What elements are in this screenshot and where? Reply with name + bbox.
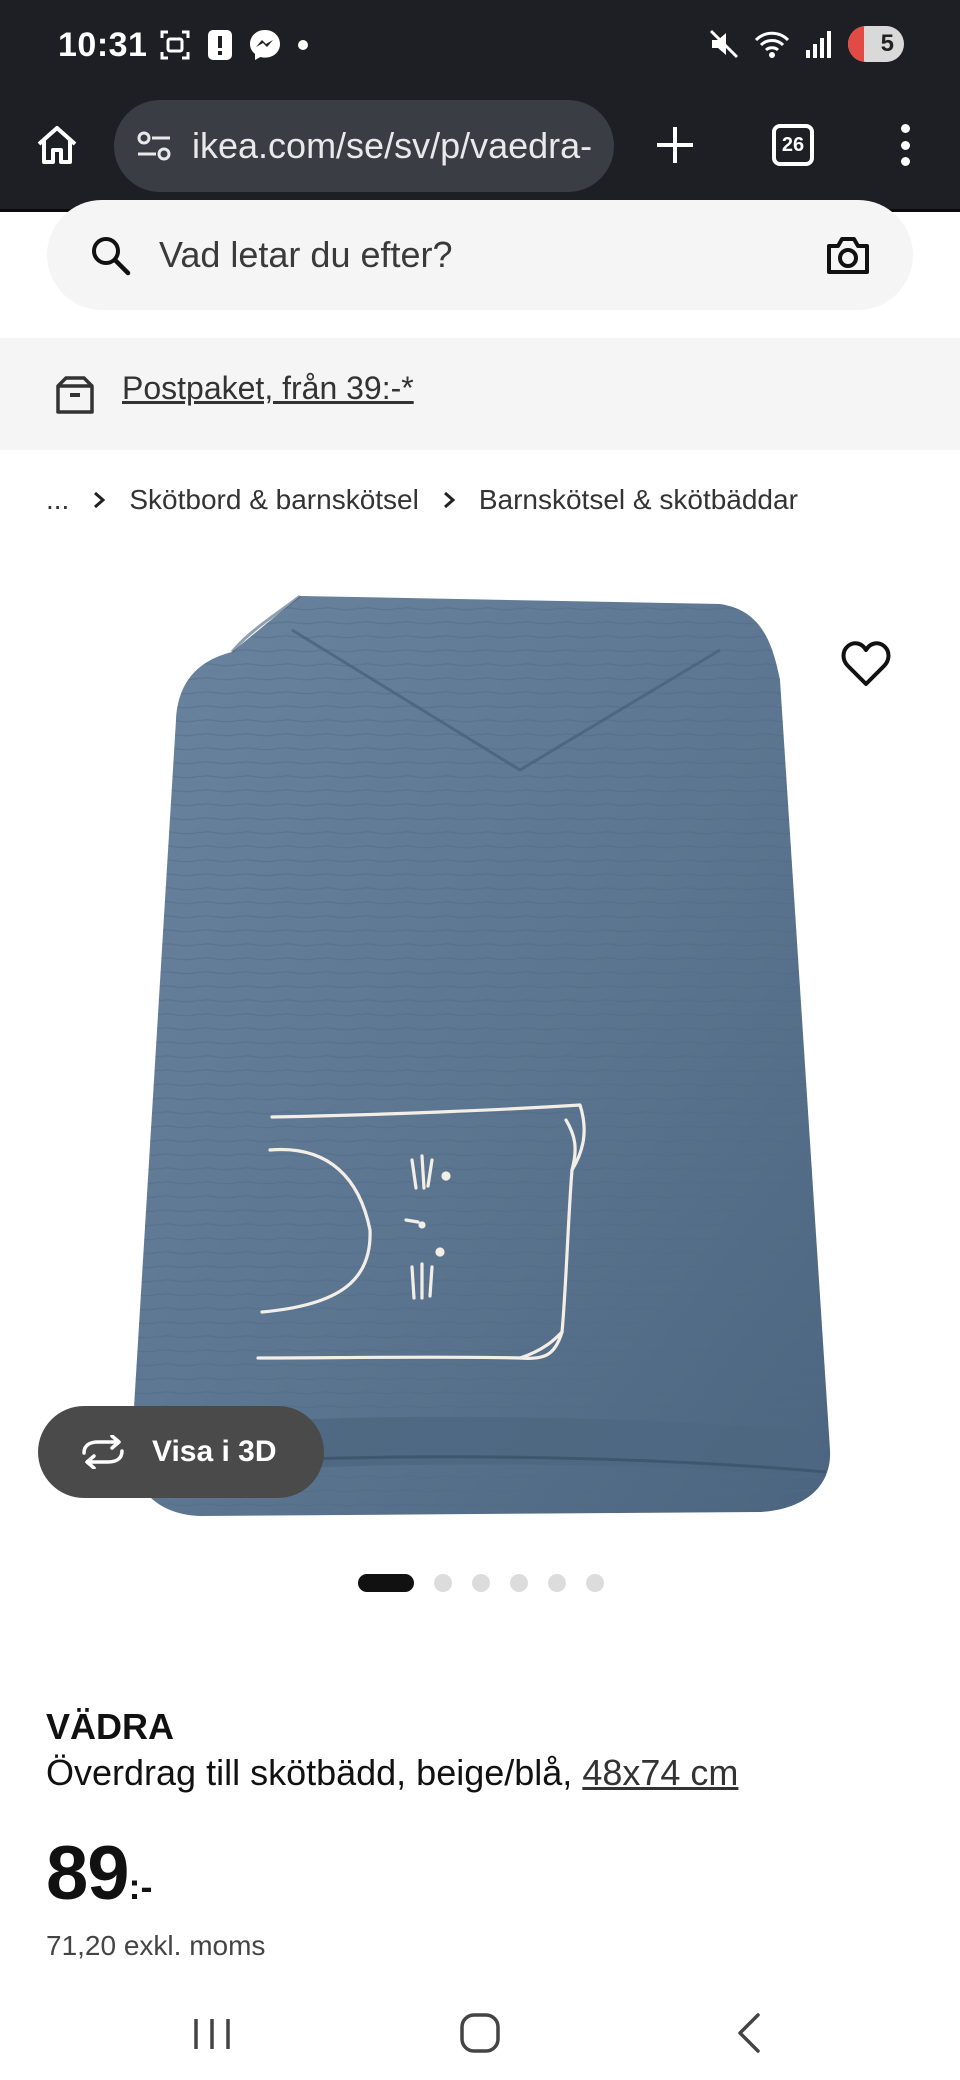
battery-icon: 5: [848, 26, 904, 62]
product-image[interactable]: [0, 560, 960, 1520]
breadcrumb-item[interactable]: Skötbord & barnskötsel: [129, 484, 419, 516]
view-3d-button[interactable]: Visa i 3D: [38, 1406, 324, 1498]
price-value: 89: [46, 1831, 130, 1916]
messenger-icon: [250, 30, 280, 60]
parcel-icon: [56, 376, 94, 414]
status-right-icons: 5: [708, 26, 904, 62]
rotate-3d-icon: [82, 1435, 124, 1469]
pager-dot[interactable]: [434, 1574, 452, 1592]
search-input[interactable]: [159, 222, 799, 288]
product-size-link[interactable]: 48x74 cm: [582, 1752, 738, 1793]
site-settings-icon[interactable]: [134, 126, 174, 166]
status-left-icons: [158, 28, 310, 62]
gallery-pager: [358, 1574, 604, 1592]
mute-icon: [709, 29, 739, 59]
shipping-banner: Postpaket, från 39:-*: [0, 338, 960, 450]
pager-dot[interactable]: [510, 1574, 528, 1592]
tab-count: 26: [781, 133, 805, 156]
pager-dot[interactable]: [472, 1574, 490, 1592]
browser-toolbar: ikea.com/se/sv/p/vaedra- 26: [0, 100, 960, 212]
product-description-text: Överdrag till skötbädd, beige/blå,: [46, 1752, 573, 1793]
alert-icon: [208, 30, 232, 60]
status-bar: 10:31 5: [0, 0, 960, 100]
price-excl-vat: 71,20 exkl. moms: [46, 1930, 266, 1961]
home-icon[interactable]: [34, 122, 80, 168]
back-icon[interactable]: [720, 2005, 780, 2061]
breadcrumb: ... Skötbord & barnskötsel Barnskötsel &…: [46, 480, 798, 520]
system-nav-bar: [0, 1985, 960, 2080]
wifi-icon: [754, 31, 790, 58]
address-bar[interactable]: ikea.com/se/sv/p/vaedra-: [114, 100, 614, 192]
url-text[interactable]: ikea.com/se/sv/p/vaedra-: [192, 125, 592, 167]
search-bar: [47, 200, 913, 310]
price-suffix: :-: [128, 1866, 153, 1907]
status-time: 10:31: [58, 26, 148, 64]
breadcrumb-item[interactable]: Barnskötsel & skötbäddar: [479, 484, 798, 516]
heart-icon[interactable]: [840, 640, 892, 688]
camera-icon[interactable]: [825, 234, 871, 276]
overflow-menu-icon[interactable]: [890, 120, 920, 170]
search-icon[interactable]: [89, 234, 131, 276]
breadcrumb-ellipsis[interactable]: ...: [46, 484, 69, 516]
pager-dot-active[interactable]: [358, 1574, 414, 1592]
new-tab-icon[interactable]: [654, 124, 696, 166]
view-3d-label: Visa i 3D: [152, 1435, 277, 1468]
signal-icon: [806, 31, 831, 58]
product-price: 89:-: [46, 1830, 153, 1917]
screenshot-icon: [160, 30, 190, 60]
pager-dot[interactable]: [586, 1574, 604, 1592]
chevron-right-icon: [94, 491, 106, 509]
tab-switcher-icon[interactable]: 26: [772, 124, 814, 166]
home-nav-icon[interactable]: [450, 2005, 510, 2061]
product-gallery[interactable]: [0, 560, 960, 1520]
battery-level: 5: [880, 30, 894, 57]
product-name: VÄDRA: [46, 1706, 175, 1747]
chevron-right-icon: [443, 491, 456, 509]
recent-apps-icon[interactable]: [182, 2005, 242, 2061]
shipping-link[interactable]: Postpaket, från 39:-*: [122, 370, 414, 407]
notification-dot-icon: [298, 40, 308, 50]
product-description: Överdrag till skötbädd, beige/blå, 48x74…: [46, 1752, 738, 1794]
pager-dot[interactable]: [548, 1574, 566, 1592]
